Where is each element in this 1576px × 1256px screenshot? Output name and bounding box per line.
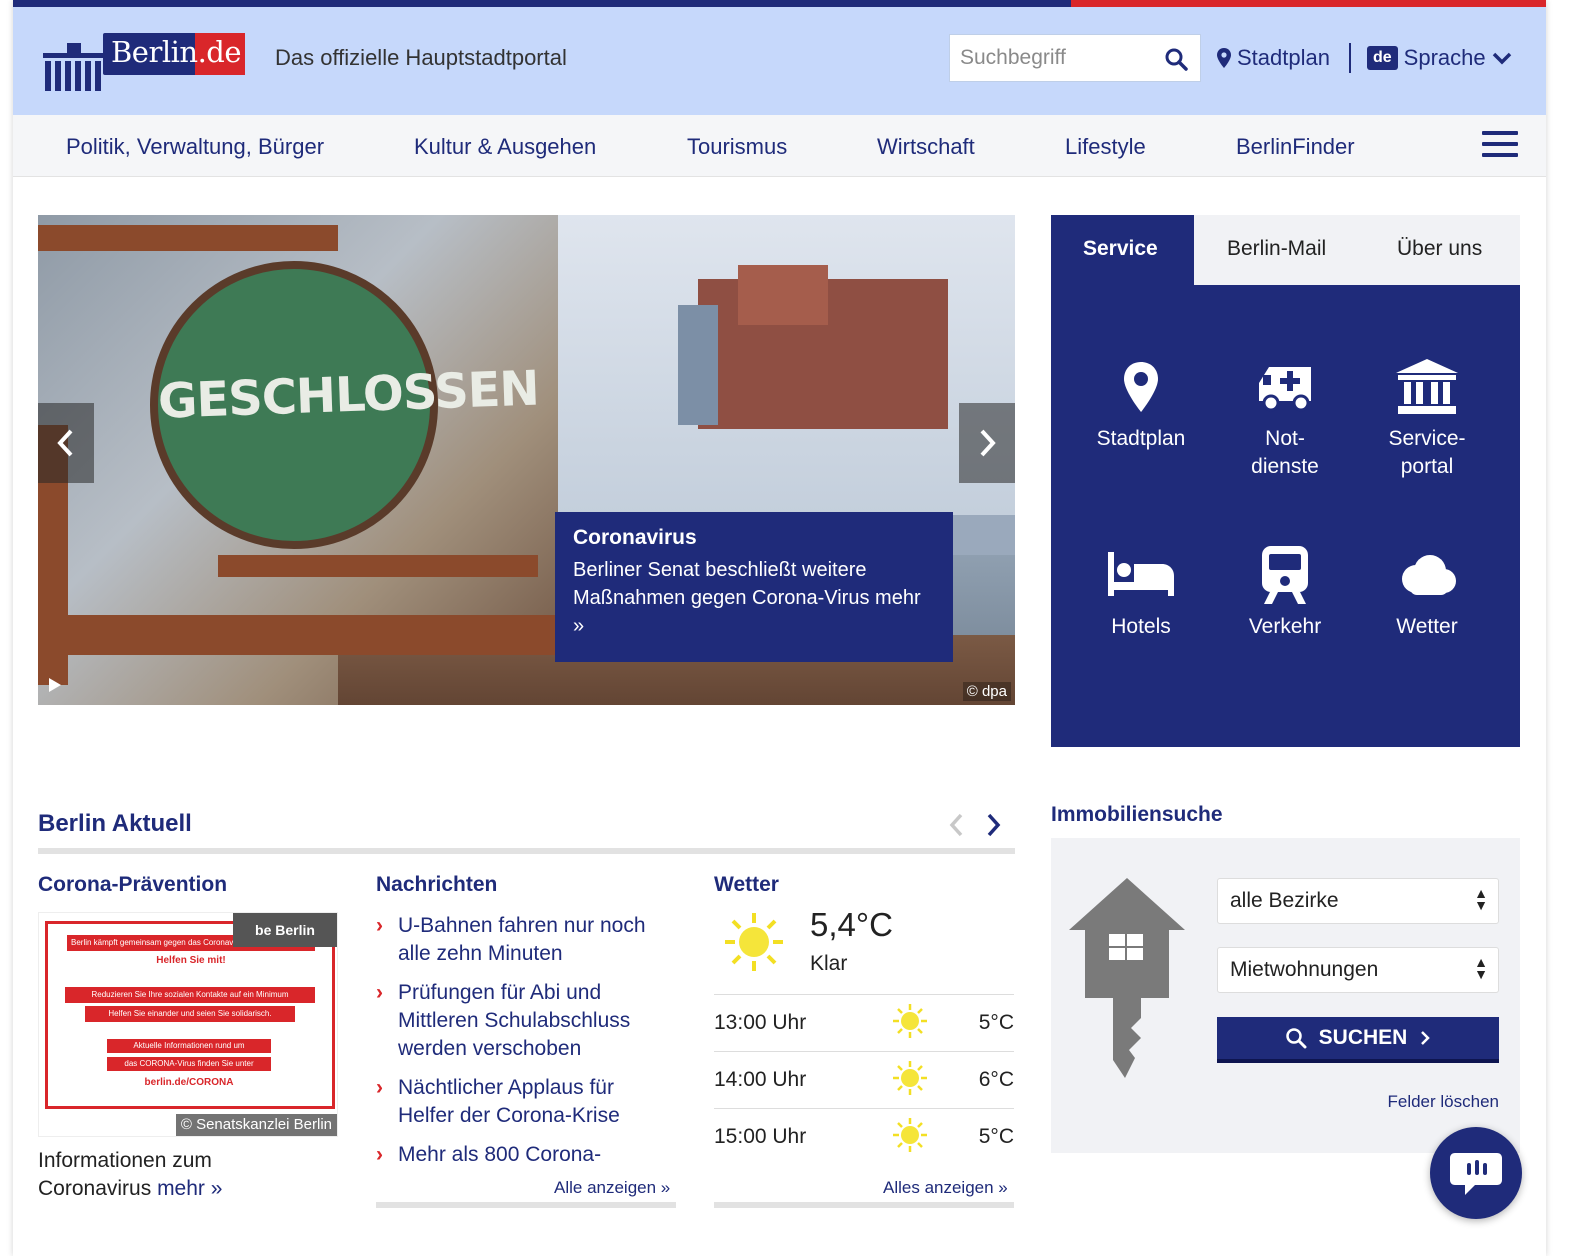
weather-temp: 5,4°C bbox=[810, 906, 893, 943]
language-switcher[interactable]: de Sprache bbox=[1367, 45, 1512, 71]
aktuell-divider bbox=[38, 848, 1015, 854]
berlin-logo[interactable]: Berlin.de bbox=[41, 33, 251, 93]
hero-caption-title: Coronavirus bbox=[573, 526, 697, 549]
stadtplan-link[interactable]: Stadtplan bbox=[1217, 45, 1330, 71]
chevron-right-icon bbox=[980, 429, 996, 457]
train-icon bbox=[1262, 546, 1308, 604]
hero-image-credit: © dpa bbox=[962, 682, 1011, 701]
ambulance-icon bbox=[1259, 367, 1311, 412]
nav-item-kultur[interactable]: Kultur & Ausgehen bbox=[414, 134, 596, 160]
chevron-left-icon bbox=[57, 429, 73, 457]
map-pin-icon bbox=[1217, 48, 1231, 68]
weather-forecast-row: 13:00 Uhr 5°C bbox=[714, 994, 1014, 1051]
language-label: Sprache bbox=[1403, 45, 1486, 70]
language-badge: de bbox=[1367, 46, 1398, 70]
search-input[interactable] bbox=[950, 35, 1150, 81]
sun-icon bbox=[893, 1118, 927, 1152]
site-tagline: Das offizielle Hauptstadtportal bbox=[275, 45, 567, 70]
nav-item-wirtschaft[interactable]: Wirtschaft bbox=[877, 134, 975, 160]
search-box bbox=[949, 34, 1201, 82]
hamburger-menu-icon[interactable] bbox=[1482, 131, 1518, 161]
weather-forecast-row: 14:00 Uhr 6°C bbox=[714, 1051, 1014, 1108]
property-type-select[interactable]: Mietwohnungen ▲ ▼ bbox=[1217, 947, 1499, 993]
sun-icon bbox=[725, 913, 783, 971]
chevron-right-icon bbox=[1421, 1031, 1431, 1045]
berlin-aktuell-title: Berlin Aktuell bbox=[38, 810, 192, 837]
search-icon bbox=[1285, 1028, 1307, 1049]
sun-icon bbox=[893, 1004, 927, 1038]
immo-search-box: alle Bezirke ▲ ▼ Mietwohnungen ▲ ▼ SUCHEN … bbox=[1051, 838, 1520, 1153]
be-berlin-logo: be Berlin bbox=[233, 913, 337, 947]
news-item[interactable]: › Mehr als 800 Corona- bbox=[376, 1141, 676, 1165]
bed-icon bbox=[1108, 552, 1174, 596]
corona-more-link[interactable]: mehr » bbox=[157, 1177, 222, 1200]
aktuell-prev-icon[interactable] bbox=[947, 811, 967, 839]
news-item[interactable]: › Nächtlicher Applaus für Helfer der Coron… bbox=[376, 1074, 676, 1130]
geschlossen-sign: GESCHLOSSEN bbox=[150, 261, 540, 549]
corona-info-text: Informationen zum Coronavirus mehr » bbox=[38, 1149, 223, 1200]
news-divider bbox=[376, 1202, 676, 1208]
tab-service[interactable]: Service bbox=[1083, 237, 1158, 261]
district-select[interactable]: alle Bezirke ▲ ▼ bbox=[1217, 878, 1499, 924]
immo-search-button[interactable]: SUCHEN bbox=[1217, 1017, 1499, 1063]
hero-caption[interactable]: Coronavirus Berliner Senat beschließt we… bbox=[555, 512, 953, 662]
stadtplan-label: Stadtplan bbox=[1237, 45, 1330, 70]
slider-prev-button[interactable] bbox=[38, 403, 94, 483]
slider-next-button[interactable] bbox=[959, 403, 1015, 483]
weather-all-link[interactable]: Alles anzeigen » bbox=[883, 1178, 1008, 1198]
building-icon bbox=[1396, 359, 1458, 414]
news-title: Nachrichten bbox=[376, 873, 498, 896]
play-icon bbox=[49, 678, 61, 692]
weather-title: Wetter bbox=[714, 873, 779, 896]
hero-slider: GESCHLOSSEN Coronavirus Berliner Senat b… bbox=[38, 215, 1015, 705]
map-pin-icon bbox=[1124, 362, 1158, 412]
search-icon[interactable] bbox=[1164, 47, 1188, 76]
news-item[interactable]: › Prüfungen für Abi und Mittleren Schulabs… bbox=[376, 979, 676, 1063]
corona-poster[interactable]: Berlin kämpft gemeinsam gegen das Corona… bbox=[38, 912, 338, 1137]
chat-button[interactable] bbox=[1430, 1127, 1522, 1219]
main-nav: Politik, Verwaltung, Bürger Kultur & Aus… bbox=[13, 115, 1546, 177]
service-tile-verkehr[interactable]: Verkehr bbox=[1215, 543, 1355, 641]
site-header: Berlin.de Das offizielle Hauptstadtporta… bbox=[13, 7, 1546, 115]
brandenburger-tor-icon bbox=[43, 43, 103, 91]
service-tile-stadtplan[interactable]: Stadtplan bbox=[1071, 355, 1211, 453]
chevron-down-icon bbox=[1492, 52, 1511, 65]
nav-item-lifestyle[interactable]: Lifestyle bbox=[1065, 134, 1146, 160]
tab-berlin-mail[interactable]: Berlin-Mail bbox=[1227, 237, 1326, 261]
hero-caption-text: Berliner Senat beschließt weitere Maßnah… bbox=[573, 559, 870, 609]
nav-item-berlinfinder[interactable]: BerlinFinder bbox=[1236, 134, 1355, 160]
nav-item-tourismus[interactable]: Tourismus bbox=[687, 134, 787, 160]
top-stripe bbox=[13, 0, 1546, 7]
select-arrows-icon: ▲ ▼ bbox=[1474, 954, 1488, 982]
header-separator bbox=[1349, 43, 1351, 73]
cloud-icon bbox=[1402, 555, 1456, 595]
service-tile-serviceportal[interactable]: Service- portal bbox=[1357, 355, 1497, 481]
chat-icon bbox=[1450, 1153, 1502, 1195]
sun-icon bbox=[893, 1061, 927, 1095]
select-arrows-icon: ▲ ▼ bbox=[1474, 885, 1488, 913]
immo-title: Immobiliensuche bbox=[1051, 803, 1223, 826]
news-item[interactable]: › U-Bahnen fahren nur noch alle zehn Minut… bbox=[376, 912, 676, 968]
clear-fields-link[interactable]: Felder löschen bbox=[1387, 1092, 1499, 1112]
weather-divider bbox=[714, 1202, 1014, 1208]
corona-title: Corona-Prävention bbox=[38, 873, 228, 896]
weather-forecast-row: 15:00 Uhr 5°C bbox=[714, 1108, 1014, 1165]
service-panel: Service Berlin-Mail Über uns Stadtplan N… bbox=[1051, 215, 1520, 747]
house-key-icon bbox=[1069, 878, 1185, 1078]
nav-item-politik[interactable]: Politik, Verwaltung, Bürger bbox=[66, 134, 324, 160]
news-all-link[interactable]: Alle anzeigen » bbox=[554, 1178, 670, 1198]
service-tile-notdienste[interactable]: Not- dienste bbox=[1215, 355, 1355, 481]
corona-poster-credit: © Senatskanzlei Berlin bbox=[175, 1114, 337, 1136]
service-tile-hotels[interactable]: Hotels bbox=[1071, 543, 1211, 641]
weather-condition: Klar bbox=[810, 952, 848, 975]
page-frame: Berlin.de Das offizielle Hauptstadtporta… bbox=[13, 0, 1546, 1256]
logo-text: Berlin.de bbox=[111, 35, 242, 69]
aktuell-next-icon[interactable] bbox=[983, 811, 1003, 839]
tab-ueber-uns[interactable]: Über uns bbox=[1397, 237, 1482, 261]
service-tile-wetter[interactable]: Wetter bbox=[1357, 543, 1497, 641]
slider-play-button[interactable] bbox=[48, 677, 62, 698]
news-list: › U-Bahnen fahren nur noch alle zehn Minut… bbox=[376, 912, 676, 1176]
